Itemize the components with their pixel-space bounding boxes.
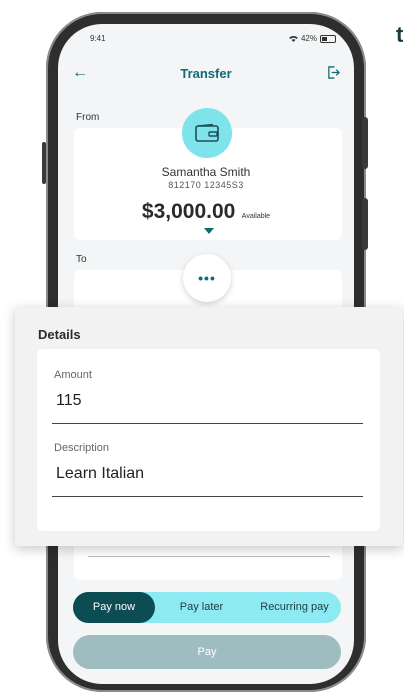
wifi-icon	[289, 35, 298, 42]
app-header: ← Transfer	[58, 64, 354, 86]
account-number: 812170 12345S3	[168, 180, 244, 190]
balance-amount: $3,000.00	[141, 200, 236, 223]
pay-button[interactable]: Pay	[73, 635, 341, 669]
corner-heading-fragment: t	[396, 22, 404, 47]
description-label: Description	[54, 442, 110, 454]
battery-percent: 42%	[300, 34, 317, 43]
pay-now-option[interactable]: Pay now	[73, 592, 155, 623]
amount-underline	[52, 423, 363, 424]
page-title: Transfer	[180, 66, 232, 81]
status-right: 42%	[289, 34, 336, 43]
details-title: Details	[38, 327, 81, 342]
status-time: 9:41	[90, 34, 106, 43]
volume-down-button	[362, 198, 368, 250]
description-underline	[52, 496, 363, 497]
details-card: Amount 115 Description Learn Italian	[37, 349, 380, 531]
amount-label: Amount	[54, 369, 92, 381]
recurring-pay-option[interactable]: Recurring pay	[248, 592, 341, 623]
side-button	[42, 142, 46, 184]
account-dropdown-caret-icon[interactable]	[204, 228, 214, 234]
from-label: From	[76, 112, 100, 123]
to-label: To	[76, 254, 87, 265]
more-options-button[interactable]: •••	[183, 254, 231, 302]
account-holder-name: Samantha Smith	[161, 165, 251, 179]
to-field-underline	[88, 556, 330, 557]
amount-input[interactable]: 115	[56, 392, 82, 410]
balance-available-label: Available	[241, 213, 271, 220]
description-input[interactable]: Learn Italian	[56, 465, 144, 483]
pay-later-option[interactable]: Pay later	[155, 592, 248, 623]
volume-up-button	[362, 117, 368, 169]
wallet-icon	[182, 108, 232, 158]
logout-icon[interactable]	[327, 66, 340, 82]
payment-timing-selector: Pay now Pay later Recurring pay	[73, 592, 341, 623]
details-panel: Details Amount 115 Description Learn Ita…	[15, 307, 403, 546]
balance-line: $3,000.00 Available	[58, 200, 354, 224]
battery-icon	[320, 34, 336, 43]
